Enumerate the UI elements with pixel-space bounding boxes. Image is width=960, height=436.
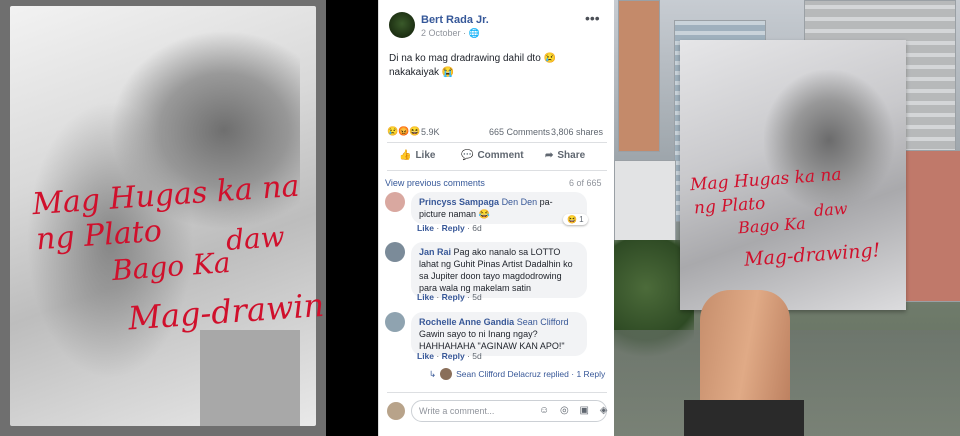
tagged-user[interactable]: Sean Clifford bbox=[517, 317, 569, 327]
commenter-name[interactable]: Rochelle Anne Gandia bbox=[419, 317, 514, 327]
tagged-user[interactable]: Den Den bbox=[502, 197, 538, 207]
handwriting-line: daw bbox=[813, 198, 849, 221]
commenter-avatar[interactable] bbox=[385, 242, 405, 262]
thumbs-up-icon: 👍 bbox=[399, 150, 412, 161]
comment-reply-link[interactable]: Reply bbox=[442, 292, 465, 302]
comment-label: Comment bbox=[477, 150, 524, 161]
view-previous-comments-link[interactable]: View previous comments bbox=[385, 178, 485, 188]
divider bbox=[387, 142, 607, 143]
like-label: Like bbox=[415, 150, 436, 161]
commenter-avatar[interactable] bbox=[385, 312, 405, 332]
reply-arrow-icon: ↳ bbox=[429, 368, 437, 379]
comment-input-placeholder[interactable]: Write a comment... bbox=[419, 406, 494, 416]
drawing-face-shading bbox=[764, 70, 894, 210]
right-photo: Mag Hugas ka na ng Plato daw Bago Ka Mag… bbox=[614, 0, 960, 436]
post-date[interactable]: 2 October · 🌐 bbox=[421, 28, 480, 39]
comment-meta: Like · Reply · 5d bbox=[417, 292, 482, 302]
author-name[interactable]: Bert Rada Jr. bbox=[421, 14, 489, 26]
reactions-count[interactable]: 5.9K bbox=[421, 127, 440, 137]
more-options-icon[interactable]: ••• bbox=[585, 10, 600, 26]
comment-time: 6d bbox=[472, 223, 482, 233]
paper-stand bbox=[200, 330, 300, 426]
share-label: Share bbox=[557, 150, 586, 161]
current-user-avatar bbox=[387, 402, 405, 420]
building bbox=[618, 0, 660, 152]
shares-count[interactable]: 3,806 shares bbox=[551, 127, 603, 137]
commenter-name[interactable]: Jan Rai bbox=[419, 247, 451, 257]
comment-bubble: Jan Rai Pag ako nanalo sa LOTTO lahat ng… bbox=[411, 242, 587, 298]
globe-icon: 🌐 bbox=[468, 28, 480, 38]
comment-button[interactable]: 💬 Comment bbox=[461, 150, 524, 161]
post-text: Di na ko mag dradrawing dahil dto 😢 naka… bbox=[389, 53, 556, 78]
comment-like-link[interactable]: Like bbox=[417, 292, 434, 302]
post-date-text: 2 October · bbox=[421, 28, 469, 38]
comment-meta: Like · Reply · 5d bbox=[417, 351, 482, 361]
share-arrow-icon: ➦ bbox=[545, 150, 554, 161]
reply-line-text: Sean Clifford Delacruz replied · 1 Reply bbox=[456, 369, 606, 379]
comment-reply-link[interactable]: Reply bbox=[442, 351, 465, 361]
replier-avatar bbox=[440, 368, 453, 380]
comment-meta: Like · Reply · 6d bbox=[417, 223, 482, 233]
handwriting-line: daw bbox=[224, 219, 286, 258]
comment-input-icons[interactable]: ☺ ◎ ▣ ◈ bbox=[539, 405, 611, 416]
author-avatar[interactable] bbox=[389, 12, 415, 38]
commenter-name[interactable]: Princyss Sampaga bbox=[419, 197, 499, 207]
like-button[interactable]: 👍 Like bbox=[399, 150, 435, 161]
comment-count-ratio: 6 of 665 bbox=[569, 178, 602, 188]
speech-bubble-icon: 💬 bbox=[461, 150, 474, 161]
divider bbox=[387, 170, 607, 171]
comment-bubble: Rochelle Anne Gandia Sean Clifford Gawin… bbox=[411, 312, 587, 356]
divider bbox=[387, 392, 607, 393]
comment-time: 5d bbox=[472, 292, 482, 302]
left-photo: Mag Hugas ka na ng Plato daw Bago Ka Mag… bbox=[0, 0, 326, 436]
black-divider bbox=[326, 0, 378, 436]
comments-count[interactable]: 665 Comments bbox=[489, 127, 550, 137]
comment-like-link[interactable]: Like bbox=[417, 351, 434, 361]
commenter-avatar[interactable] bbox=[385, 192, 405, 212]
sleeve bbox=[684, 400, 804, 436]
reactions-icons[interactable]: 😢😡😆 bbox=[387, 126, 421, 137]
comment-text: Gawin sayo to ni Inang ngay? HAHHAHAHA "… bbox=[419, 329, 565, 351]
share-button[interactable]: ➦ Share bbox=[545, 150, 585, 161]
comment-reaction-badge[interactable]: 😆 1 bbox=[563, 214, 588, 225]
facebook-post: Bert Rada Jr. 2 October · 🌐 ••• Di na ko… bbox=[378, 0, 616, 436]
comment-like-link[interactable]: Like bbox=[417, 223, 434, 233]
comment-reply-link[interactable]: Reply bbox=[442, 223, 465, 233]
view-replies-link[interactable]: ↳ Sean Clifford Delacruz replied · 1 Repl… bbox=[429, 368, 605, 380]
comment-bubble: Princyss Sampaga Den Den pa-picture nama… bbox=[411, 192, 587, 224]
comment-time: 5d bbox=[472, 351, 482, 361]
